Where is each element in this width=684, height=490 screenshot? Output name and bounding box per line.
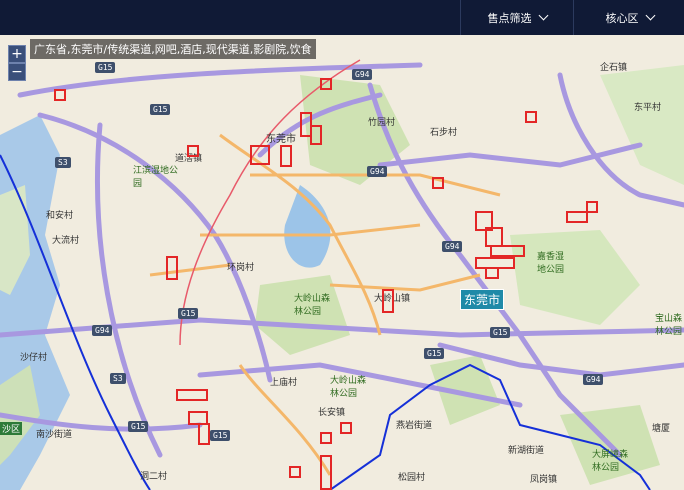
reservoir bbox=[284, 185, 331, 268]
place-label: 燕岩街道 bbox=[396, 421, 433, 431]
outlet-region[interactable] bbox=[320, 455, 332, 490]
outlet-region[interactable] bbox=[166, 256, 178, 280]
place-label: 上庙村 bbox=[270, 378, 298, 388]
road-shield: G94 bbox=[352, 69, 373, 80]
outlet-region[interactable] bbox=[525, 111, 537, 123]
green-area bbox=[600, 65, 684, 185]
outlet-region[interactable] bbox=[566, 211, 588, 223]
outlet-region[interactable] bbox=[340, 422, 352, 434]
road-shield: G15 bbox=[490, 327, 511, 338]
place-label: 东平村 bbox=[634, 103, 662, 113]
place-label: 东莞市 bbox=[266, 134, 296, 145]
outlet-region[interactable] bbox=[485, 267, 499, 279]
road-shield: G15 bbox=[210, 430, 231, 441]
zoom-out-button[interactable]: − bbox=[8, 63, 26, 81]
region-label: 核心区 bbox=[605, 11, 639, 25]
green-area bbox=[510, 230, 640, 325]
outlet-region[interactable] bbox=[382, 289, 394, 313]
place-label: 企石镇 bbox=[600, 63, 628, 73]
road-shield: S3 bbox=[55, 157, 71, 168]
outlet-region[interactable] bbox=[320, 432, 332, 444]
outlet-region[interactable] bbox=[280, 145, 292, 167]
place-label: 和安村 bbox=[46, 211, 74, 221]
chevron-down-icon bbox=[645, 10, 655, 21]
zoom-in-button[interactable]: + bbox=[8, 45, 26, 63]
place-label: 南沙街道 bbox=[36, 430, 73, 440]
place-label: 江滨湿地公园 bbox=[133, 166, 179, 189]
road-shield: G94 bbox=[583, 374, 604, 385]
road-shield: G15 bbox=[128, 421, 149, 432]
outlet-region[interactable] bbox=[198, 423, 210, 445]
road-shield: G94 bbox=[367, 166, 388, 177]
outlet-region[interactable] bbox=[250, 145, 270, 165]
outlet-region[interactable] bbox=[54, 89, 66, 101]
city-label: 东莞市 bbox=[460, 289, 505, 310]
outlet-region[interactable] bbox=[176, 389, 208, 401]
place-label: 嘉香湿地公园 bbox=[537, 252, 565, 275]
place-label: 新湖街道 bbox=[508, 446, 545, 456]
place-label: 凤岗镇 bbox=[530, 475, 558, 485]
region-dropdown[interactable]: 核心区 bbox=[573, 0, 684, 35]
road-shield: G15 bbox=[150, 104, 171, 115]
outlet-region[interactable] bbox=[432, 177, 444, 189]
road-shield: G15 bbox=[95, 62, 116, 73]
place-label: 大岭山森林公园 bbox=[330, 376, 367, 399]
chevron-down-icon bbox=[538, 10, 548, 21]
place-label: 石步村 bbox=[430, 128, 458, 138]
place-label: 大流村 bbox=[52, 236, 80, 246]
road-shield: G15 bbox=[178, 308, 199, 319]
place-label: 洞二村 bbox=[140, 472, 168, 482]
place-label: 环岗村 bbox=[227, 263, 255, 273]
place-label: 沙仔村 bbox=[20, 353, 48, 363]
place-label: 沙区 bbox=[0, 422, 23, 435]
outlet-region[interactable] bbox=[586, 201, 598, 213]
place-label: 大岭山森林公园 bbox=[294, 294, 331, 317]
outlet-region[interactable] bbox=[490, 245, 525, 257]
outlet-filter-label: 售点筛选 bbox=[487, 11, 532, 25]
place-label: 大屏嶂森林公园 bbox=[592, 450, 629, 473]
map-title: 广东省,东莞市/传统渠道,网吧,酒店,现代渠道,影剧院,饮食 bbox=[30, 39, 316, 59]
place-label: 塘厦 bbox=[652, 424, 671, 434]
outlet-region[interactable] bbox=[289, 466, 301, 478]
road-shield: G94 bbox=[442, 241, 463, 252]
top-bar: 售点筛选 核心区 bbox=[0, 0, 684, 35]
outlet-region[interactable] bbox=[485, 227, 503, 247]
outlet-filter-dropdown[interactable]: 售点筛选 bbox=[460, 0, 573, 35]
outlet-region[interactable] bbox=[320, 78, 332, 90]
map-canvas[interactable]: + − 广东省,东莞市/传统渠道,网吧,酒店,现代渠道,影剧院,饮食 G15 G… bbox=[0, 35, 684, 490]
road-shield: S3 bbox=[110, 373, 126, 384]
outlet-region[interactable] bbox=[310, 125, 322, 145]
place-label: 长安镇 bbox=[318, 408, 346, 418]
place-label: 宝山森林公园 bbox=[655, 314, 683, 337]
road-shield: G15 bbox=[424, 348, 445, 359]
place-label: 竹园村 bbox=[368, 118, 396, 128]
outlet-region[interactable] bbox=[187, 145, 199, 157]
place-label: 松园村 bbox=[398, 473, 426, 483]
road-shield: G94 bbox=[92, 325, 113, 336]
